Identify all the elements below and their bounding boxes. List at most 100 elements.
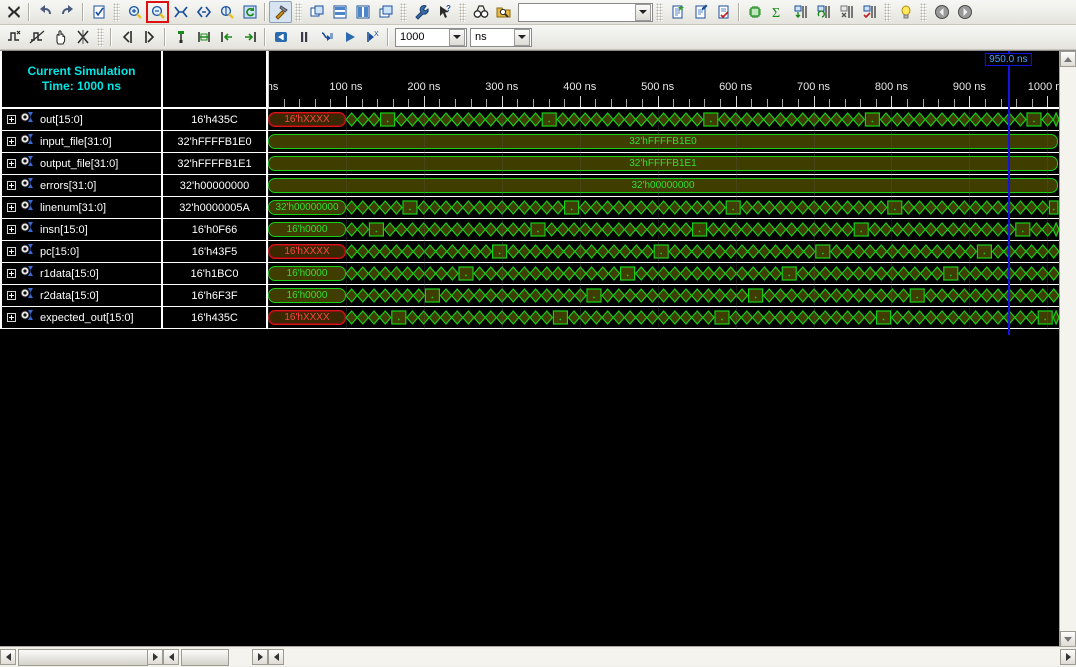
- scroll-down-button[interactable]: [1060, 631, 1076, 647]
- expand-icon[interactable]: [7, 181, 16, 190]
- new-report-icon[interactable]: [666, 1, 689, 23]
- waveform-row[interactable]: 32'h00000000: [268, 175, 1059, 197]
- vertical-scrollbar[interactable]: [1059, 51, 1076, 647]
- close-icon[interactable]: [2, 1, 25, 23]
- waveform-scroll-right-button[interactable]: [1060, 649, 1076, 665]
- tile-vertical-icon[interactable]: [351, 1, 374, 23]
- signal-row[interactable]: linenum[31:0]: [0, 197, 163, 219]
- next-transition-icon[interactable]: [238, 26, 261, 48]
- values-scroll-thumb[interactable]: [181, 648, 229, 666]
- expand-icon[interactable]: [7, 269, 16, 278]
- context-help-icon[interactable]: ?: [433, 1, 456, 23]
- waveform-row[interactable]: 32'hFFFFB1E1: [268, 153, 1059, 175]
- redo-icon[interactable]: [56, 1, 79, 23]
- waveform-scroll-track[interactable]: [284, 648, 1060, 666]
- scroll-up-button[interactable]: [1060, 51, 1076, 67]
- bus-transition-region[interactable]: [346, 112, 1059, 127]
- settings-wrench-icon[interactable]: [410, 1, 433, 23]
- hint-bulb-icon[interactable]: [894, 1, 917, 23]
- names-scroll-thumb[interactable]: [18, 648, 148, 666]
- snap-to-transition-off-icon[interactable]: [25, 26, 48, 48]
- sum-icon[interactable]: Σ: [766, 1, 789, 23]
- cascade-icon[interactable]: [374, 1, 397, 23]
- chevron-down-icon[interactable]: [514, 28, 530, 46]
- values-scroll-left-button[interactable]: [163, 649, 179, 665]
- back-icon[interactable]: [930, 1, 953, 23]
- check-document-icon[interactable]: [87, 1, 110, 23]
- expand-icon[interactable]: [7, 225, 16, 234]
- bus-segment[interactable]: 32'hFFFFB1E0: [268, 134, 1058, 149]
- signal-row[interactable]: expected_out[15:0]: [0, 307, 163, 329]
- signal-row[interactable]: insn[15:0]: [0, 219, 163, 241]
- new-window-icon[interactable]: [305, 1, 328, 23]
- bus-segment[interactable]: 32'h00000000: [268, 200, 346, 215]
- bus-transition-region[interactable]: [346, 200, 1059, 215]
- waveform-row[interactable]: 16'h0000: [268, 263, 1059, 285]
- bus-transition-region[interactable]: [346, 222, 1059, 237]
- find-in-files-icon[interactable]: [492, 1, 515, 23]
- expand-icon[interactable]: [7, 291, 16, 300]
- prev-marker-icon[interactable]: [115, 26, 138, 48]
- values-hscrollbar[interactable]: [163, 648, 268, 667]
- toolbar-grip[interactable]: [459, 2, 466, 22]
- expand-icon[interactable]: [7, 115, 16, 124]
- bus-transition-region[interactable]: [346, 244, 1059, 259]
- names-scroll-track[interactable]: [16, 648, 148, 666]
- values-scroll-track[interactable]: [179, 648, 252, 666]
- run-time-input-text[interactable]: 1000: [396, 31, 449, 43]
- expand-icon[interactable]: [7, 203, 16, 212]
- waveform-canvas[interactable]: 0 ns 100 ns 200 ns 300 ns 400 ns 500 ns 600 ns…: [268, 51, 1059, 647]
- find-icon[interactable]: [469, 1, 492, 23]
- bus-transition-region[interactable]: [346, 310, 1059, 325]
- signal-row[interactable]: r1data[15:0]: [0, 263, 163, 285]
- names-scroll-left-button[interactable]: [0, 649, 16, 665]
- zoom-in-icon[interactable]: [123, 1, 146, 23]
- bus-transition-region[interactable]: [346, 266, 1059, 281]
- remove-signal-icon[interactable]: [835, 1, 858, 23]
- zoom-full-icon[interactable]: [192, 1, 215, 23]
- bus-segment[interactable]: 16'hXXXX: [268, 112, 346, 127]
- bus-segment[interactable]: 16'h0000: [268, 266, 346, 281]
- waveform-row[interactable]: 16'h0000: [268, 219, 1059, 241]
- expand-icon[interactable]: [7, 313, 16, 322]
- signal-row[interactable]: input_file[31:0]: [0, 131, 163, 153]
- zoom-out-icon[interactable]: [146, 1, 169, 23]
- bus-segment[interactable]: 16'h0000: [268, 288, 346, 303]
- toolbar-grip[interactable]: [295, 2, 302, 22]
- undo-icon[interactable]: [33, 1, 56, 23]
- toolbar-grip[interactable]: [656, 2, 663, 22]
- bus-transition-region[interactable]: [346, 288, 1059, 303]
- zoom-cursor-icon[interactable]: [215, 1, 238, 23]
- restart-sim-icon[interactable]: [269, 26, 292, 48]
- waveform-rows[interactable]: 16'hXXXX 32'hFFFFB1E0 32'hFFFFB1E1 32'h0000…: [268, 109, 1059, 329]
- signal-row[interactable]: out[15:0]: [0, 109, 163, 131]
- time-ruler[interactable]: 0 ns 100 ns 200 ns 300 ns 400 ns 500 ns 600 ns…: [268, 51, 1059, 109]
- expand-icon[interactable]: [7, 247, 16, 256]
- expand-icon[interactable]: [7, 159, 16, 168]
- toolbar-grip[interactable]: [400, 2, 407, 22]
- apply-signal-icon[interactable]: [858, 1, 881, 23]
- search-combo[interactable]: [518, 2, 653, 22]
- measure-tool-icon[interactable]: [269, 1, 292, 23]
- waveform-row[interactable]: 16'hXXXX: [268, 109, 1059, 131]
- pan-hand-icon[interactable]: [48, 26, 71, 48]
- chevron-down-icon[interactable]: [449, 28, 465, 46]
- toolbar-grip[interactable]: [97, 27, 104, 47]
- time-unit-select-text[interactable]: ns: [471, 31, 514, 43]
- chip-icon[interactable]: [743, 1, 766, 23]
- values-scroll-right-button[interactable]: [252, 649, 268, 665]
- chevron-down-icon[interactable]: [635, 3, 651, 21]
- tile-horizontal-icon[interactable]: [328, 1, 351, 23]
- bus-segment[interactable]: 16'hXXXX: [268, 244, 346, 259]
- names-hscrollbar[interactable]: [0, 648, 163, 667]
- waveform-scroll-left-button[interactable]: [268, 649, 284, 665]
- waveform-row[interactable]: 16'h0000: [268, 285, 1059, 307]
- run-icon[interactable]: [338, 26, 361, 48]
- vertical-scroll-track[interactable]: [1060, 67, 1076, 631]
- names-scroll-right-button[interactable]: [147, 649, 163, 665]
- toolbar-grip[interactable]: [920, 2, 927, 22]
- refresh-signal-icon[interactable]: [812, 1, 835, 23]
- signal-row[interactable]: r2data[15:0]: [0, 285, 163, 307]
- prev-transition-icon[interactable]: [215, 26, 238, 48]
- waveform-row[interactable]: 16'hXXXX: [268, 241, 1059, 263]
